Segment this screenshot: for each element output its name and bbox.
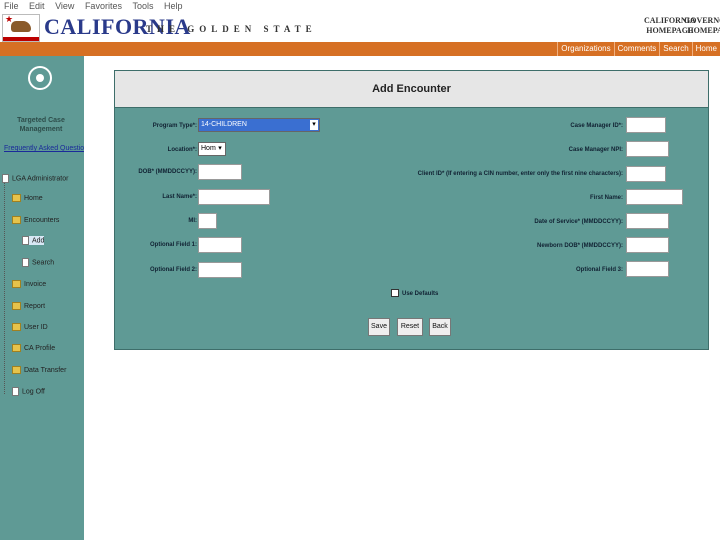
optional-field-2-input[interactable]: [198, 262, 242, 278]
chevron-down-icon: ▾: [216, 144, 224, 154]
mi-input[interactable]: [198, 213, 217, 229]
mi-label: MI:: [188, 218, 197, 224]
use-defaults-checkbox[interactable]: [391, 289, 399, 297]
nav-search[interactable]: Search: [659, 42, 691, 56]
bear-icon: [11, 21, 31, 32]
date-of-service-label: Date of Service* (MMDDCCYY):: [534, 219, 623, 225]
optional-field-1-label: Optional Field 1:: [149, 242, 197, 248]
tree-item-label: User ID: [24, 323, 48, 331]
governors-homepage-link[interactable]: GOVERNOR'S HOMEPAGE: [684, 16, 720, 36]
newborn-dob-input[interactable]: [626, 237, 669, 253]
tree-item-label: Data Transfer: [24, 366, 67, 374]
optional-field-1-input[interactable]: [198, 237, 242, 253]
logo-dot: [36, 74, 44, 82]
case-manager-npi-label: Case Manager NPI:: [568, 147, 623, 153]
tree-item-user-id[interactable]: User ID: [12, 323, 48, 331]
brand-tagline: THE GOLDEN STATE: [146, 24, 317, 34]
tree-item-data-transfer[interactable]: Data Transfer: [12, 366, 66, 374]
use-defaults-label: Use Defaults: [402, 291, 439, 297]
folder-icon: [12, 280, 21, 288]
nav-links: Organizations Comments Search Home: [557, 42, 720, 56]
folder-icon: [12, 366, 21, 374]
tree-root-label: LGA Administrator: [12, 175, 69, 183]
tree-item-label: Home: [24, 194, 43, 202]
tree-item-home[interactable]: Home: [12, 194, 43, 202]
faq-link[interactable]: Frequently Asked Questions: [4, 145, 92, 152]
document-icon: [12, 387, 19, 396]
computer-icon: [2, 174, 9, 183]
menu-file[interactable]: File: [4, 1, 19, 11]
folder-open-icon: [12, 216, 21, 224]
tree-root[interactable]: LGA Administrator: [2, 174, 68, 183]
folder-icon: [12, 344, 21, 352]
folder-icon: [12, 194, 21, 202]
back-button[interactable]: Back: [429, 318, 451, 336]
optional-field-3-input[interactable]: [626, 261, 669, 277]
program-type-label: Program Type*:: [152, 123, 197, 129]
location-label: Location*:: [167, 147, 197, 153]
tree-item-label: Search: [32, 259, 55, 267]
add-encounter-form: Add Encounter Program Type*: 14-CHILDREN…: [114, 70, 709, 350]
tree-item-label: Invoice: [24, 280, 47, 288]
case-manager-npi-input[interactable]: [626, 141, 669, 157]
tree-item-log-off[interactable]: Log Off: [12, 387, 45, 396]
newborn-dob-label: Newborn DOB* (MMDDCCYY):: [537, 243, 623, 249]
nav-organizations[interactable]: Organizations: [557, 42, 613, 56]
program-type-value: 14-CHILDREN: [201, 121, 247, 128]
nav-comments[interactable]: Comments: [613, 42, 660, 56]
tree-item-ca-profile[interactable]: CA Profile: [12, 344, 55, 352]
reset-button[interactable]: Reset: [397, 318, 423, 336]
tree-item-search[interactable]: Search: [22, 258, 54, 267]
first-name-input[interactable]: [626, 189, 683, 205]
tree-item-label: Encounters: [24, 216, 60, 224]
program-type-select[interactable]: 14-CHILDREN ▾: [198, 118, 320, 132]
nav-home[interactable]: Home: [691, 42, 720, 56]
california-flag-icon: ★: [2, 14, 40, 42]
folder-icon: [12, 323, 21, 331]
menu-tools[interactable]: Tools: [132, 1, 153, 11]
link-text: HOMEPAGE: [687, 26, 720, 35]
last-name-input[interactable]: [198, 189, 270, 205]
tree-item-label: Add: [32, 237, 45, 245]
target-logo-icon: [22, 60, 58, 96]
link-text: GOVERNOR'S: [684, 16, 720, 25]
case-manager-id-label: Case Manager ID*:: [570, 123, 623, 129]
client-id-input[interactable]: [626, 166, 666, 182]
dob-input[interactable]: [198, 164, 242, 180]
form-title: Add Encounter: [115, 71, 708, 108]
date-of-service-input[interactable]: [626, 213, 669, 229]
first-name-label: First Name:: [589, 195, 623, 201]
menu-edit[interactable]: Edit: [29, 1, 45, 11]
program-title: Targeted Case Management: [17, 117, 65, 133]
tree-item-encounters[interactable]: Encounters: [12, 216, 59, 224]
chevron-down-icon: ▾: [310, 120, 318, 130]
last-name-label: Last Name*:: [162, 194, 197, 200]
case-manager-id-input[interactable]: [626, 117, 666, 133]
tree-line: [4, 176, 5, 394]
folder-icon: [12, 302, 21, 310]
menu-favorites[interactable]: Favorites: [85, 1, 122, 11]
tree-item-label: Report: [24, 302, 46, 310]
tree-item-label: CA Profile: [24, 344, 56, 352]
tree-item-add[interactable]: Add: [22, 236, 45, 245]
tree-item-report[interactable]: Report: [12, 302, 45, 310]
document-icon: [22, 236, 29, 245]
browser-menubar: File Edit View Favorites Tools Help: [0, 0, 720, 12]
optional-field-3-label: Optional Field 3:: [575, 267, 623, 273]
location-select[interactable]: Home ▾: [198, 142, 226, 156]
tree-item-invoice[interactable]: Invoice: [12, 280, 46, 288]
tree-item-label: Log Off: [22, 388, 45, 396]
menu-view[interactable]: View: [55, 1, 74, 11]
flag-stripe: [3, 37, 39, 41]
client-id-label: Client ID* (If entering a CIN number, en…: [417, 171, 623, 177]
dob-label: DOB* (MMDDCCYY):: [138, 169, 197, 175]
save-button[interactable]: Save: [368, 318, 390, 336]
document-icon: [22, 258, 29, 267]
menu-help[interactable]: Help: [164, 1, 183, 11]
optional-field-2-label: Optional Field 2:: [149, 267, 197, 273]
